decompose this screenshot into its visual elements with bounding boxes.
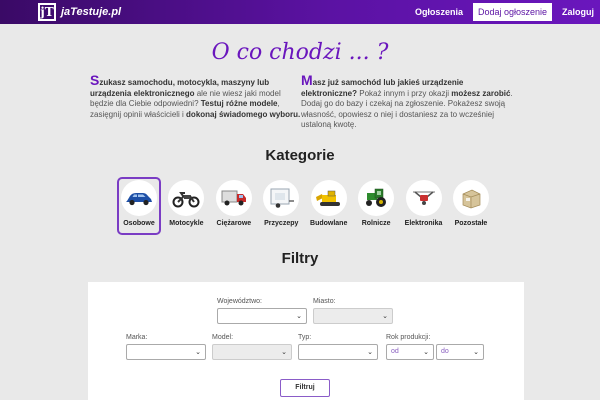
typ-select[interactable]: ⌄ (298, 344, 378, 360)
construction-machine-icon (310, 180, 347, 216)
drone-icon (405, 180, 442, 216)
chevron-down-icon: ⌄ (281, 349, 287, 356)
category-label: Motocykle (169, 220, 204, 227)
filters-title: Filtry (281, 250, 319, 267)
categories-list: Osobowe Motocykle Ciężarowe Przyczepy Bu… (117, 177, 490, 235)
navbar: jT jaTestuje.pl Ogłoszenia Dodaj ogłosze… (0, 0, 600, 24)
category-label: Pozostałe (454, 220, 488, 227)
rok-range: od ⌄ do ⌄ (386, 344, 484, 360)
wojewodztwo-label: Województwo: (217, 298, 263, 305)
miasto-label: Miasto: (313, 298, 336, 305)
brand-name: jaTestuje.pl (61, 6, 122, 18)
package-icon (452, 180, 489, 216)
nav-links: Ogłoszenia Dodaj ogłoszenie Zaloguj (409, 0, 600, 24)
drop-cap: S (90, 72, 100, 88)
category-budowlane[interactable]: Budowlane (310, 180, 348, 232)
category-label: Ciężarowe (216, 220, 252, 227)
hero-title: O co chodzi ... ? (211, 40, 389, 65)
chevron-down-icon: ⌄ (195, 349, 201, 356)
hero-right-text: Masz już samochód lub jakieś urządzenie … (301, 72, 513, 131)
rok-do-value: do (441, 348, 449, 355)
chevron-down-icon: ⌄ (367, 349, 373, 356)
nav-link-dodaj-ogloszenie[interactable]: Dodaj ogłoszenie (472, 3, 552, 21)
filters-panel: Województwo: ⌄ Miasto: ⌄ Marka: ⌄ Model:… (88, 282, 524, 400)
model-select[interactable]: ⌄ (212, 344, 292, 360)
text-bold: dokonaj świadomego wyboru. (186, 109, 301, 119)
miasto-group: Miasto: ⌄ (313, 298, 393, 324)
text-bold: Testuj różne modele (200, 99, 278, 108)
filter-submit-button[interactable]: Filtruj (280, 379, 330, 397)
category-rolnicze[interactable]: Rolnicze (357, 180, 395, 232)
text: Pokaż innym i przy okazji (357, 88, 452, 98)
marka-select[interactable]: ⌄ (126, 344, 206, 360)
marka-label: Marka: (126, 334, 148, 341)
category-label: Osobowe (123, 220, 155, 227)
chevron-down-icon: ⌄ (296, 313, 302, 320)
category-pozostale[interactable]: Pozostałe (452, 180, 490, 232)
category-osobowe[interactable]: Osobowe (117, 177, 161, 235)
brand-link[interactable]: jT jaTestuje.pl (38, 3, 121, 21)
motorcycle-icon (168, 180, 205, 216)
rok-od-select[interactable]: od ⌄ (386, 344, 434, 360)
category-ciezarowe[interactable]: Ciężarowe (215, 180, 253, 232)
nav-link-zaloguj[interactable]: Zaloguj (556, 7, 600, 17)
rok-label: Rok produkcji: (386, 334, 431, 341)
tractor-icon (358, 180, 395, 216)
model-label: Model: (212, 334, 234, 341)
category-label: Elektronika (404, 220, 443, 227)
hero-left-text: Szukasz samochodu, motocykla, maszyny lu… (90, 72, 302, 120)
category-motocykle[interactable]: Motocykle (167, 180, 205, 232)
car-icon (121, 180, 157, 216)
rok-od-value: od (391, 348, 399, 355)
rok-group: Rok produkcji: od ⌄ do ⌄ (386, 334, 484, 360)
rok-do-select[interactable]: do ⌄ (436, 344, 484, 360)
truck-icon (215, 180, 252, 216)
category-label: Rolnicze (361, 220, 391, 227)
logo-icon: jT (38, 3, 56, 21)
category-przyczepy[interactable]: Przyczepy (262, 180, 300, 232)
typ-label: Typ: (298, 334, 312, 341)
chevron-down-icon: ⌄ (423, 349, 429, 356)
nav-link-ogloszenia[interactable]: Ogłoszenia (409, 7, 469, 17)
wojewodztwo-group: Województwo: ⌄ (217, 298, 307, 324)
chevron-down-icon: ⌄ (473, 349, 479, 356)
model-group: Model: ⌄ (212, 334, 292, 360)
category-label: Budowlane (310, 220, 348, 227)
marka-group: Marka: ⌄ (126, 334, 206, 360)
category-elektronika[interactable]: Elektronika (405, 180, 443, 232)
wojewodztwo-select[interactable]: ⌄ (217, 308, 307, 324)
typ-group: Typ: ⌄ (298, 334, 378, 360)
drop-cap: M (301, 72, 313, 88)
text-bold: możesz zarobić (451, 88, 511, 98)
categories-title: Kategorie (265, 147, 335, 164)
chevron-down-icon: ⌄ (382, 313, 388, 320)
category-label: Przyczepy (264, 220, 299, 227)
miasto-select[interactable]: ⌄ (313, 308, 393, 324)
trailer-icon (263, 180, 300, 216)
